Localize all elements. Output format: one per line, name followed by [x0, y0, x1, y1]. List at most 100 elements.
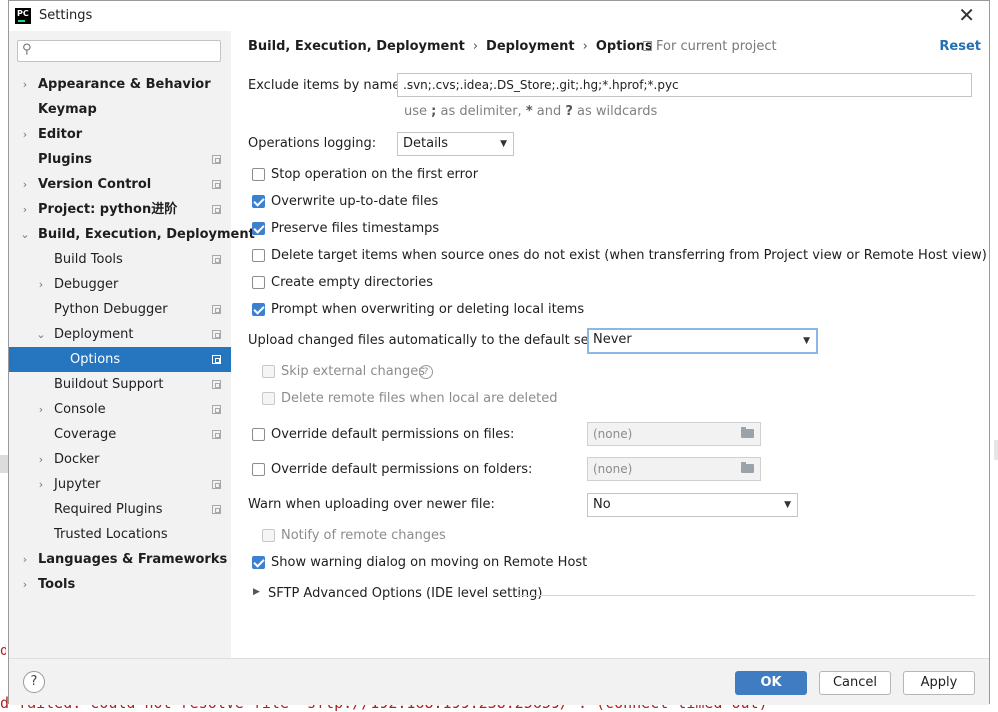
chevron-right-icon[interactable]: › — [35, 447, 47, 472]
breadcrumb-separator: › — [582, 39, 588, 54]
chevron-right-icon[interactable]: › — [19, 122, 31, 147]
sidebar-item-languages-frameworks[interactable]: › Languages & Frameworks — [9, 547, 231, 572]
sidebar-item-label: Deployment — [54, 327, 134, 342]
overwrite-checkbox[interactable] — [252, 195, 265, 208]
sidebar-item-plugins[interactable]: Plugins — [9, 147, 231, 172]
settings-tree: › Appearance & Behavior Keymap › Editor Plugi… — [9, 72, 255, 597]
sftp-advanced-toggle[interactable]: ▶ SFTP Advanced Options (IDE level setti… — [253, 586, 543, 601]
chevron-right-icon[interactable]: › — [19, 197, 31, 222]
create-empty-dirs-checkbox[interactable] — [252, 276, 265, 289]
override-files-label: Override default permissions on files: — [271, 427, 515, 442]
sidebar-item-project-python[interactable]: › Project: python进阶 — [9, 197, 231, 222]
breadcrumb-item: Deployment — [486, 39, 575, 54]
prompt-overwrite-label: Prompt when overwriting or deleting loca… — [271, 302, 585, 317]
sidebar-item-trusted-locations[interactable]: Trusted Locations — [9, 522, 231, 547]
show-warning-checkbox[interactable] — [252, 556, 265, 569]
background-ide-strip-right — [994, 440, 998, 460]
sidebar-item-appearance-behavior[interactable]: › Appearance & Behavior — [9, 72, 231, 97]
upload-auto-label: Upload changed files automatically to th… — [248, 333, 616, 348]
sidebar-item-label: Build Tools — [54, 252, 123, 267]
warn-newer-dropdown[interactable]: No ▼ — [587, 493, 798, 517]
sidebar-item-python-debugger[interactable]: Python Debugger — [9, 297, 231, 322]
chevron-right-icon[interactable]: › — [35, 272, 47, 297]
project-level-icon — [212, 430, 221, 439]
sidebar-item-jupyter[interactable]: › Jupyter — [9, 472, 231, 497]
operations-logging-dropdown[interactable]: Details ▼ — [397, 132, 514, 156]
show-warning-label: Show warning dialog on moving on Remote … — [271, 555, 588, 570]
notify-remote-checkbox[interactable] — [262, 529, 275, 542]
sidebar-item-label: Build, Execution, Deployment — [38, 227, 255, 242]
preserve-timestamps-label: Preserve files timestamps — [271, 221, 440, 236]
project-level-icon — [212, 155, 221, 164]
project-level-icon — [212, 480, 221, 489]
sidebar-item-buildout-support[interactable]: Buildout Support — [9, 372, 231, 397]
sidebar-item-label: Jupyter — [54, 477, 101, 492]
options-panel: Build, Execution, Deployment › Deployment ›… — [231, 31, 989, 658]
file-permissions-value: (none) — [593, 427, 633, 441]
help-icon[interactable]: ? — [419, 365, 433, 379]
sidebar-item-label: Required Plugins — [54, 502, 163, 517]
sidebar-item-version-control[interactable]: › Version Control — [9, 172, 231, 197]
settings-dialog: PC Settings ✕ ⚲ › Appearance & Behavior Ke… — [8, 0, 990, 705]
override-folders-checkbox[interactable] — [252, 463, 265, 476]
help-button[interactable]: ? — [23, 671, 45, 693]
sidebar-item-docker[interactable]: › Docker — [9, 447, 231, 472]
sidebar-item-label: Plugins — [38, 152, 92, 167]
sidebar-item-debugger[interactable]: › Debugger — [9, 272, 231, 297]
prompt-overwrite-checkbox[interactable] — [252, 303, 265, 316]
chevron-right-icon[interactable]: › — [35, 397, 47, 422]
search-input[interactable] — [40, 43, 219, 61]
cancel-button[interactable]: Cancel — [819, 671, 891, 695]
sidebar-item-label: Coverage — [54, 427, 117, 442]
sidebar-item-editor[interactable]: › Editor — [9, 122, 231, 147]
sidebar-item-label: Console — [54, 402, 106, 417]
sidebar-item-keymap[interactable]: Keymap — [9, 97, 231, 122]
sidebar-item-build-tools[interactable]: Build Tools — [9, 247, 231, 272]
sidebar-item-label: Debugger — [54, 277, 119, 292]
chevron-down-icon[interactable]: ⌄ — [35, 322, 47, 347]
sidebar-item-required-plugins[interactable]: Required Plugins — [9, 497, 231, 522]
folder-permissions-field[interactable]: (none) — [587, 457, 761, 481]
sidebar-item-tools[interactable]: › Tools — [9, 572, 231, 597]
upload-auto-value: Never — [593, 332, 632, 347]
ok-button[interactable]: OK — [735, 671, 807, 695]
project-level-icon — [212, 330, 221, 339]
breadcrumb-item: Build, Execution, Deployment — [248, 39, 465, 54]
folder-icon[interactable] — [741, 427, 754, 438]
chevron-right-icon[interactable]: › — [19, 547, 31, 572]
exclude-hint: use ; as delimiter, * and ? as wildcards — [404, 104, 658, 119]
sidebar-item-build-execution-deployment[interactable]: ⌄ Build, Execution, Deployment — [9, 222, 254, 247]
window-title: Settings — [39, 8, 93, 23]
close-icon[interactable]: ✕ — [958, 5, 975, 25]
chevron-right-icon[interactable]: › — [19, 572, 31, 597]
apply-button[interactable]: Apply — [903, 671, 975, 695]
delete-remote-checkbox[interactable] — [262, 392, 275, 405]
reset-link[interactable]: Reset — [939, 39, 981, 54]
sidebar-item-coverage[interactable]: Coverage — [9, 422, 231, 447]
file-permissions-field[interactable]: (none) — [587, 422, 761, 446]
exclude-items-input[interactable] — [397, 73, 972, 97]
override-folders-label: Override default permissions on folders: — [271, 462, 533, 477]
override-files-checkbox[interactable] — [252, 428, 265, 441]
chevron-right-icon[interactable]: › — [19, 72, 31, 97]
sidebar-item-console[interactable]: › Console — [9, 397, 231, 422]
folder-icon[interactable] — [741, 462, 754, 473]
skip-external-checkbox[interactable] — [262, 365, 275, 378]
sidebar-item-options[interactable]: Options — [9, 347, 231, 372]
background-console-fragment: d — [0, 643, 6, 659]
exclude-items-label: Exclude items by name: — [248, 78, 405, 93]
chevron-right-icon[interactable]: › — [35, 472, 47, 497]
breadcrumb-separator: › — [472, 39, 479, 54]
sidebar-item-label: Project: python进阶 — [38, 202, 178, 217]
upload-auto-dropdown[interactable]: Never ▼ — [587, 328, 818, 354]
preserve-timestamps-checkbox[interactable] — [252, 222, 265, 235]
settings-search[interactable]: ⚲ — [17, 40, 221, 62]
stop-on-error-checkbox[interactable] — [252, 168, 265, 181]
delete-targets-checkbox[interactable] — [252, 249, 265, 262]
project-level-icon — [212, 255, 221, 264]
skip-external-label: Skip external changes — [281, 364, 426, 379]
chevron-right-icon[interactable]: › — [19, 172, 31, 197]
sidebar-item-deployment[interactable]: ⌄ Deployment — [9, 322, 231, 347]
chevron-down-icon[interactable]: ⌄ — [19, 222, 31, 247]
delete-remote-label: Delete remote files when local are delet… — [281, 391, 558, 406]
